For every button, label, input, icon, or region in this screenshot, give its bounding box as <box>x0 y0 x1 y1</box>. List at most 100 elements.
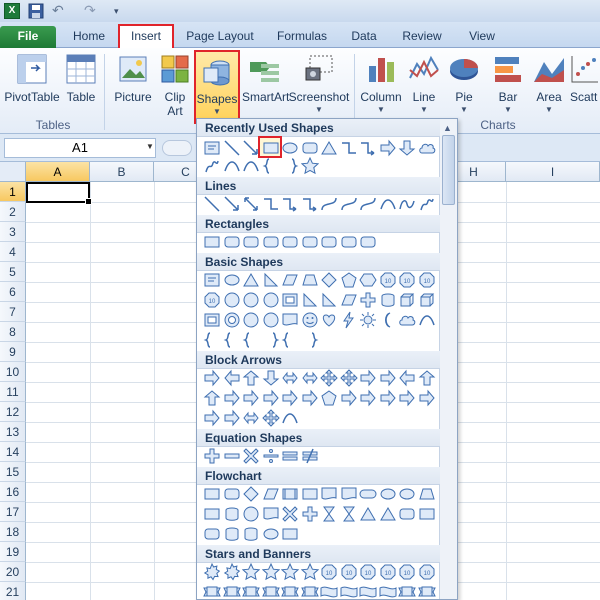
rrect-shape-icon[interactable] <box>203 525 221 543</box>
brace-shape-icon[interactable] <box>223 331 241 349</box>
rtri-shape-icon[interactable] <box>320 291 338 309</box>
circ-shape-icon[interactable] <box>223 291 241 309</box>
frame-shape-icon[interactable] <box>281 291 299 309</box>
octa-shape-icon[interactable]: 10 <box>418 271 436 289</box>
row-header[interactable]: 21 <box>0 582 26 600</box>
curve-shape-icon[interactable] <box>242 157 260 175</box>
undo-icon[interactable]: ↶ <box>52 3 68 19</box>
octa-shape-icon[interactable]: 10 <box>320 563 338 581</box>
star-shape-icon[interactable] <box>300 562 319 581</box>
oval-shape-icon[interactable] <box>262 525 280 543</box>
brace-shape-icon[interactable] <box>203 331 221 349</box>
gallery-scrollbar[interactable]: ▲ <box>439 119 457 599</box>
rect-shape-icon[interactable] <box>203 505 221 523</box>
rarrow-shape-icon[interactable] <box>242 389 260 407</box>
tri-shape-icon[interactable] <box>359 505 377 523</box>
term-shape-icon[interactable] <box>359 485 377 503</box>
oval-shape-icon[interactable] <box>379 485 397 503</box>
picture-button[interactable]: Picture <box>110 50 156 124</box>
cube-shape-icon[interactable] <box>418 291 436 309</box>
rrect-shape-icon[interactable] <box>262 233 280 251</box>
octa-shape-icon[interactable]: 10 <box>398 271 416 289</box>
quad-shape-icon[interactable] <box>320 369 338 387</box>
curve-shape-icon[interactable] <box>281 409 299 427</box>
wave-shape-icon[interactable] <box>359 583 377 599</box>
scurve-shape-icon[interactable] <box>359 195 377 213</box>
rrect-shape-icon[interactable] <box>320 233 338 251</box>
rarrow-shape-icon[interactable] <box>340 389 358 407</box>
lrarrow-shape-icon[interactable] <box>242 409 260 427</box>
elbow-shape-icon[interactable] <box>262 195 280 213</box>
text-shape-icon[interactable] <box>203 271 221 289</box>
trap-shape-icon[interactable] <box>418 485 436 503</box>
tab-file[interactable]: File <box>0 26 56 48</box>
rect-shape-icon[interactable] <box>301 485 319 503</box>
row-header[interactable]: 11 <box>0 382 26 402</box>
doc-shape-icon[interactable] <box>340 485 358 503</box>
dbl-shape-icon[interactable] <box>242 195 260 213</box>
star-shape-icon[interactable] <box>261 562 280 581</box>
rrect-shape-icon[interactable] <box>301 139 319 157</box>
rarrow-shape-icon[interactable] <box>223 389 241 407</box>
rrect-shape-icon[interactable] <box>223 485 241 503</box>
row-header[interactable]: 15 <box>0 462 26 482</box>
trap-shape-icon[interactable] <box>301 271 319 289</box>
banner-shape-icon[interactable] <box>222 583 241 599</box>
rect-shape-icon[interactable] <box>262 139 280 157</box>
rrect-shape-icon[interactable] <box>359 233 377 251</box>
para-shape-icon[interactable] <box>281 271 299 289</box>
rarrow-shape-icon[interactable] <box>203 369 221 387</box>
row-header[interactable]: 18 <box>0 522 26 542</box>
octa-shape-icon[interactable]: 10 <box>418 563 436 581</box>
rarrow-shape-icon[interactable] <box>379 389 397 407</box>
chevron-down-icon[interactable]: ▼ <box>146 142 154 151</box>
pie-chart-button[interactable]: Pie ▼ <box>446 50 482 124</box>
active-cell[interactable] <box>26 182 92 205</box>
rrect-shape-icon[interactable] <box>223 233 241 251</box>
star-shape-icon[interactable] <box>300 156 319 175</box>
select-all-corner[interactable] <box>0 162 26 182</box>
rarrow-shape-icon[interactable] <box>359 369 377 387</box>
scrollbar-thumb[interactable] <box>442 135 455 205</box>
circ-shape-icon[interactable] <box>242 291 260 309</box>
banner-shape-icon[interactable] <box>398 583 416 599</box>
octa-shape-icon[interactable]: 10 <box>379 271 397 289</box>
burst-shape-icon[interactable] <box>223 562 241 581</box>
cloud-shape-icon[interactable] <box>398 311 416 329</box>
elbowa-shape-icon[interactable] <box>301 195 319 213</box>
excel-icon[interactable]: X <box>4 3 20 19</box>
tab-review[interactable]: Review <box>394 26 450 48</box>
rrect-shape-icon[interactable] <box>301 233 319 251</box>
customize-toolbar-icon[interactable]: ▾ <box>114 3 130 19</box>
curve-shape-icon[interactable] <box>223 157 241 175</box>
banner-shape-icon[interactable] <box>242 583 260 599</box>
quad-shape-icon[interactable] <box>261 409 280 427</box>
column-header-b[interactable]: B <box>90 162 154 182</box>
banner-shape-icon[interactable] <box>281 583 299 599</box>
scribble-shape-icon[interactable] <box>203 157 221 175</box>
banner-shape-icon[interactable] <box>417 583 436 599</box>
times-shape-icon[interactable] <box>281 505 299 523</box>
uarrow-shape-icon[interactable] <box>203 389 221 407</box>
formula-bar-control[interactable] <box>162 140 192 156</box>
row-header[interactable]: 12 <box>0 402 26 422</box>
circ-shape-icon[interactable] <box>262 311 280 329</box>
cyl-shape-icon[interactable] <box>223 525 241 543</box>
times-shape-icon[interactable] <box>242 447 260 465</box>
rarrow-shape-icon[interactable] <box>418 389 436 407</box>
tab-home[interactable]: Home <box>62 26 116 48</box>
cyl-shape-icon[interactable] <box>379 291 397 309</box>
scurve-shape-icon[interactable] <box>320 195 338 213</box>
pent-shape-icon[interactable] <box>320 389 338 407</box>
elbow-shape-icon[interactable] <box>340 139 358 157</box>
doc-shape-icon[interactable] <box>320 485 338 503</box>
rect-shape-icon[interactable] <box>203 233 221 251</box>
scurve-shape-icon[interactable] <box>340 195 358 213</box>
rarrow-shape-icon[interactable] <box>223 409 241 427</box>
cyl-shape-icon[interactable] <box>223 505 241 523</box>
tab-page-layout[interactable]: Page Layout <box>180 26 260 48</box>
rect-shape-icon[interactable] <box>281 525 299 543</box>
bar-chart-button[interactable]: Bar ▼ <box>488 50 528 124</box>
brace-shape-icon[interactable] <box>281 331 299 349</box>
screenshot-button[interactable]: Screenshot ▼ <box>288 50 350 124</box>
